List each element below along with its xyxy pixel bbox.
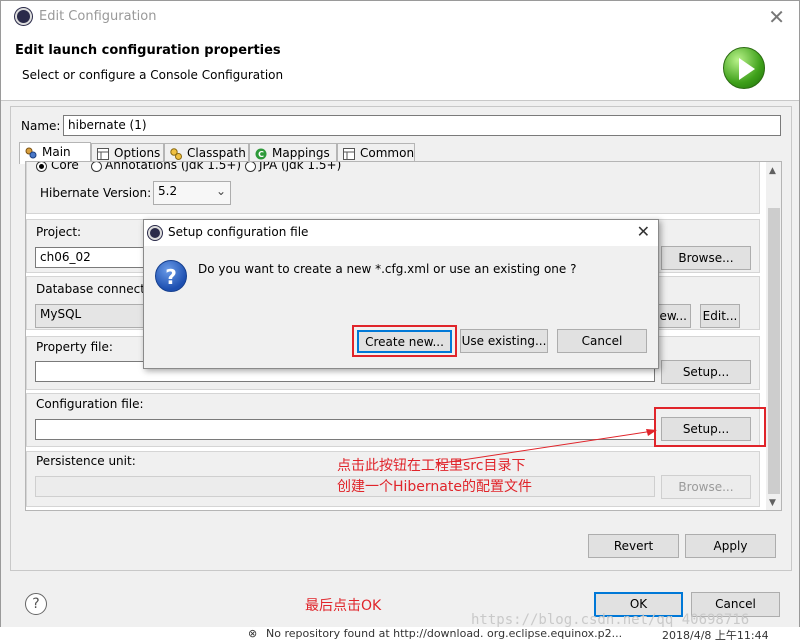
options-tab-icon [97, 148, 109, 160]
tab-common[interactable]: Common [337, 143, 415, 163]
configuration-file-label: Configuration file: [36, 397, 144, 411]
persistence-unit-label: Persistence unit: [36, 454, 136, 468]
persistence-unit-browse-button[interactable]: Browse... [661, 475, 751, 499]
hibernate-version-label: Hibernate Version: [40, 186, 152, 200]
status-message: No repository found at http://download. … [266, 627, 623, 640]
status-timestamp: 2018/4/8 上午11:44 [662, 629, 769, 640]
scroll-down-icon[interactable]: ▼ [769, 498, 776, 508]
error-icon: ⊗ [248, 627, 258, 640]
window-title: Edit Configuration [39, 9, 157, 24]
eclipse-icon [15, 8, 32, 25]
annotations-radio-label: Annotations (jdk 1.5+) [105, 161, 242, 172]
property-file-setup-button[interactable]: Setup... [661, 360, 751, 384]
hibernate-version-select[interactable]: 5.2 ⌄ [153, 181, 231, 205]
edit-configuration-window: Edit Configuration ✕ Edit launch configu… [0, 0, 800, 640]
window-close-button[interactable]: ✕ [768, 5, 785, 29]
run-icon [723, 47, 765, 89]
name-label: Name: [21, 119, 61, 133]
tab-common-label: Common [360, 146, 415, 160]
scroll-up-icon[interactable]: ▲ [769, 166, 776, 176]
annotations-radio[interactable] [91, 162, 102, 172]
jpa-radio[interactable] [245, 162, 256, 172]
property-file-label: Property file: [36, 340, 113, 354]
dialog-cancel-button[interactable]: Cancel [557, 329, 647, 353]
core-radio-label: Core [51, 161, 79, 172]
dialog-body: ? Do you want to create a new *.cfg.xml … [144, 246, 658, 368]
apply-button[interactable]: Apply [685, 534, 776, 558]
hibernate-version-value: 5.2 [158, 184, 178, 198]
status-bar: ⊗ No repository found at http://download… [0, 627, 800, 640]
database-connection-edit-button[interactable]: Edit... [700, 304, 740, 328]
jpa-radio-label: JPA (jdk 1.5+) [259, 161, 342, 172]
tab-classpath-label: Classpath [187, 146, 246, 160]
tab-options-label: Options [114, 146, 161, 160]
chevron-down-icon: ⌄ [215, 184, 226, 198]
tab-mappings[interactable]: C Mappings [249, 143, 337, 163]
tab-options[interactable]: Options [91, 143, 164, 163]
question-icon: ? [155, 260, 187, 292]
watermark: https://blog.csdn.net/qq_40698716 [471, 612, 750, 628]
tab-classpath[interactable]: Classpath [164, 143, 249, 163]
main-tab-icon [25, 147, 37, 159]
project-label: Project: [36, 225, 82, 239]
setup-annotation-line1: 点击此按钮在工程里src目录下 [337, 458, 526, 474]
ok-annotation: 最后点击OK [305, 598, 382, 614]
type-group: Core Annotations (jdk 1.5+) JPA (jdk 1.5… [26, 161, 760, 214]
tab-main-label: Main [42, 145, 71, 159]
tab-mappings-label: Mappings [272, 146, 330, 160]
use-existing-button[interactable]: Use existing... [460, 329, 548, 353]
dialog-message: Do you want to create a new *.cfg.xml or… [198, 262, 577, 276]
help-icon[interactable]: ? [25, 593, 47, 615]
dialog-title: Setup configuration file [168, 225, 309, 239]
eclipse-icon [148, 226, 162, 240]
revert-button[interactable]: Revert [588, 534, 679, 558]
header-heading: Edit launch configuration properties [15, 43, 281, 58]
vertical-scrollbar[interactable]: ▲ ▼ [766, 162, 781, 510]
header-subheading: Select or configure a Console Configurat… [22, 68, 284, 82]
classpath-tab-icon [170, 148, 182, 160]
mappings-tab-icon: C [255, 148, 267, 160]
create-new-button[interactable]: Create new... [357, 330, 452, 353]
dialog-close-button[interactable]: ✕ [637, 222, 650, 241]
setup-highlight-box [654, 407, 766, 447]
dialog-header: Edit launch configuration properties Sel… [1, 33, 799, 101]
title-bar: Edit Configuration ✕ [1, 1, 799, 33]
project-browse-button[interactable]: Browse... [661, 246, 751, 270]
database-connection-label: Database connecti [36, 282, 149, 296]
svg-text:C: C [258, 150, 264, 159]
scrollbar-thumb[interactable] [768, 208, 780, 494]
name-input[interactable]: hibernate (1) [63, 115, 781, 136]
setup-annotation-line2: 创建一个Hibernate的配置文件 [337, 479, 532, 495]
common-tab-icon [343, 148, 355, 160]
core-radio[interactable] [36, 162, 47, 172]
setup-configuration-dialog: Setup configuration file ✕ ? Do you want… [143, 219, 659, 369]
